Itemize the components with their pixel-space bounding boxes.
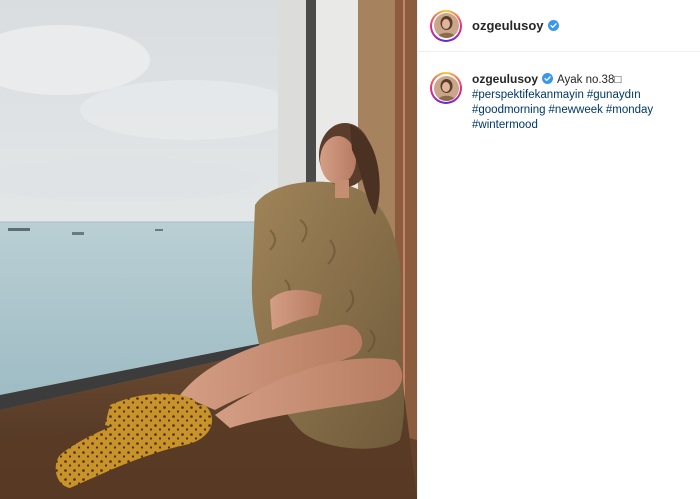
- verified-badge-icon: [542, 73, 554, 84]
- avatar-image: [433, 13, 459, 38]
- post-image: [0, 0, 417, 499]
- caption-text: Ayak no.38□: [557, 74, 622, 86]
- avatar[interactable]: [430, 9, 462, 42]
- post-photo[interactable]: [0, 0, 417, 499]
- hashtag-gunaydin[interactable]: #gunaydın: [587, 89, 641, 101]
- instagram-post: ozgeulusoy ozgeulusoy Ayak no.38□ #persp…: [0, 0, 700, 499]
- hashtag-monday[interactable]: #monday: [606, 104, 653, 116]
- post-side-panel: ozgeulusoy ozgeulusoy Ayak no.38□ #persp…: [417, 0, 700, 499]
- hashtag-wintermood[interactable]: #wintermood: [472, 119, 538, 131]
- caption-avatar[interactable]: [430, 72, 462, 104]
- post-header: ozgeulusoy: [418, 0, 700, 52]
- caption-avatar-image: [433, 75, 459, 101]
- hashtag-perspektifekanmayin[interactable]: #perspektifekanmayin: [472, 89, 584, 101]
- hashtag-goodmorning[interactable]: #goodmorning: [472, 104, 546, 116]
- post-caption: ozgeulusoy Ayak no.38□ #perspektifekanma…: [418, 52, 700, 133]
- verified-badge-icon: [547, 20, 559, 31]
- caption-username[interactable]: ozgeulusoy: [472, 72, 538, 86]
- header-username[interactable]: ozgeulusoy: [472, 18, 544, 33]
- caption-body: ozgeulusoy Ayak no.38□ #perspektifekanma…: [472, 72, 687, 133]
- hashtag-newweek[interactable]: #newweek: [549, 104, 603, 116]
